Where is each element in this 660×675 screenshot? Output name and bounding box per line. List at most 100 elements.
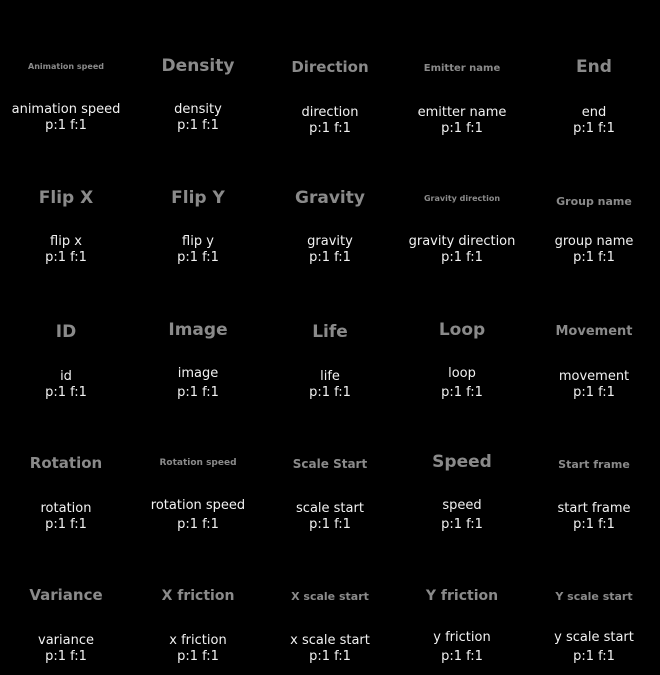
- cell-label: flip y p:1 f:1: [132, 234, 264, 266]
- cell-id: ID id p:1 f:1: [0, 270, 132, 402]
- cell-gravity-direction: Gravity direction gravity direction p:1 f…: [396, 138, 528, 270]
- cell-stats: p:1 f:1: [177, 118, 219, 133]
- cell-label: animation speed p:1 f:1: [0, 102, 132, 134]
- cell-name: end: [581, 105, 607, 120]
- cell-title: Flip X: [38, 188, 94, 208]
- cell-title: X scale start: [291, 590, 369, 603]
- cell-density: Density density p:1 f:1: [132, 6, 264, 138]
- cell-stats: p:1 f:1: [441, 517, 483, 532]
- cell-label: gravity p:1 f:1: [264, 234, 396, 266]
- cell-stats: p:1 f:1: [309, 250, 351, 265]
- cell-rotation: Rotation rotation p:1 f:1: [0, 402, 132, 534]
- cell-title: Density: [161, 56, 235, 76]
- cell-gravity: Gravity gravity p:1 f:1: [264, 138, 396, 270]
- cell-label: direction p:1 f:1: [264, 105, 396, 137]
- cell-stats: p:1 f:1: [573, 385, 615, 400]
- cell-title: Loop: [438, 320, 486, 340]
- cell-label: group name p:1 f:1: [528, 234, 660, 266]
- cell-animation-speed: Animation speed animation speed p:1 f:1: [0, 6, 132, 138]
- cell-name: group name: [554, 234, 634, 249]
- cell-title: Animation speed: [28, 62, 104, 71]
- cell-name: rotation speed: [150, 498, 246, 513]
- cell-title: Y friction: [425, 588, 499, 604]
- cell-label: rotation speed p:1 f:1: [132, 498, 264, 533]
- cell-label: y scale start p:1 f:1: [528, 630, 660, 665]
- cell-stats: p:1 f:1: [177, 250, 219, 265]
- cell-title: Flip Y: [171, 188, 225, 208]
- cell-title: Group name: [556, 195, 632, 208]
- cell-title: Image: [168, 320, 228, 340]
- cell-life: Life life p:1 f:1: [264, 270, 396, 402]
- cell-start-frame: Start frame start frame p:1 f:1: [528, 402, 660, 534]
- cell-title: Gravity direction: [423, 194, 501, 203]
- cell-name: y friction: [433, 630, 491, 645]
- cell-label: rotation p:1 f:1: [0, 501, 132, 533]
- cell-name: variance: [38, 633, 94, 648]
- cell-y-friction: Y friction y friction p:1 f:1: [396, 534, 528, 666]
- cell-label: x friction p:1 f:1: [132, 633, 264, 665]
- cell-label: end p:1 f:1: [528, 105, 660, 137]
- cell-name: image: [177, 366, 219, 381]
- cell-emitter-name: Emitter name emitter name p:1 f:1: [396, 6, 528, 138]
- cell-stats: p:1 f:1: [573, 517, 615, 532]
- cell-label: speed p:1 f:1: [396, 498, 528, 533]
- cell-title: Speed: [432, 452, 492, 472]
- cell-name: x scale start: [290, 633, 370, 648]
- cell-label: flip x p:1 f:1: [0, 234, 132, 266]
- cell-name: id: [60, 369, 72, 384]
- cell-name: y scale start: [554, 630, 634, 645]
- cell-name: flip x: [50, 234, 82, 249]
- cell-group-name: Group name group name p:1 f:1: [528, 138, 660, 270]
- property-grid: Animation speed animation speed p:1 f:1 D…: [0, 0, 660, 675]
- cell-name: animation speed: [11, 102, 121, 117]
- cell-stats: p:1 f:1: [177, 649, 219, 664]
- cell-name: emitter name: [417, 105, 507, 120]
- cell-name: movement: [558, 369, 630, 384]
- cell-direction: Direction direction p:1 f:1: [264, 6, 396, 138]
- cell-stats: p:1 f:1: [441, 385, 483, 400]
- cell-stats: p:1 f:1: [441, 649, 483, 664]
- cell-title: Life: [312, 322, 348, 342]
- cell-stats: p:1 f:1: [45, 385, 87, 400]
- cell-stats: p:1 f:1: [309, 121, 351, 136]
- cell-scale-start: Scale Start scale start p:1 f:1: [264, 402, 396, 534]
- cell-stats: p:1 f:1: [309, 385, 351, 400]
- cell-name: scale start: [296, 501, 364, 516]
- cell-label: start frame p:1 f:1: [528, 501, 660, 533]
- cell-stats: p:1 f:1: [441, 121, 483, 136]
- cell-title: Variance: [29, 586, 103, 604]
- cell-stats: p:1 f:1: [45, 250, 87, 265]
- cell-name: gravity direction: [408, 234, 516, 249]
- cell-label: image p:1 f:1: [132, 366, 264, 401]
- cell-title: ID: [55, 322, 77, 342]
- cell-name: rotation: [40, 501, 92, 516]
- cell-name: loop: [448, 366, 476, 381]
- cell-label: x scale start p:1 f:1: [264, 633, 396, 665]
- cell-title: Scale Start: [292, 457, 368, 471]
- cell-label: life p:1 f:1: [264, 369, 396, 401]
- cell-name: density: [174, 102, 222, 117]
- cell-name: speed: [442, 498, 482, 513]
- cell-label: variance p:1 f:1: [0, 633, 132, 665]
- cell-speed: Speed speed p:1 f:1: [396, 402, 528, 534]
- cell-stats: p:1 f:1: [45, 517, 87, 532]
- cell-label: loop p:1 f:1: [396, 366, 528, 401]
- cell-name: life: [320, 369, 340, 384]
- cell-label: y friction p:1 f:1: [396, 630, 528, 665]
- cell-title: Rotation: [29, 454, 103, 472]
- cell-name: x friction: [169, 633, 227, 648]
- cell-stats: p:1 f:1: [45, 118, 87, 133]
- cell-label: movement p:1 f:1: [528, 369, 660, 401]
- cell-flip-x: Flip X flip x p:1 f:1: [0, 138, 132, 270]
- cell-title: Movement: [555, 324, 633, 339]
- cell-flip-y: Flip Y flip y p:1 f:1: [132, 138, 264, 270]
- cell-title: X friction: [161, 588, 235, 604]
- cell-title: Direction: [291, 58, 369, 76]
- cell-name: start frame: [557, 501, 631, 516]
- cell-label: emitter name p:1 f:1: [396, 105, 528, 137]
- cell-stats: p:1 f:1: [573, 250, 615, 265]
- cell-title: Emitter name: [423, 63, 501, 74]
- cell-label: scale start p:1 f:1: [264, 501, 396, 533]
- cell-stats: p:1 f:1: [45, 649, 87, 664]
- cell-x-scale-start: X scale start x scale start p:1 f:1: [264, 534, 396, 666]
